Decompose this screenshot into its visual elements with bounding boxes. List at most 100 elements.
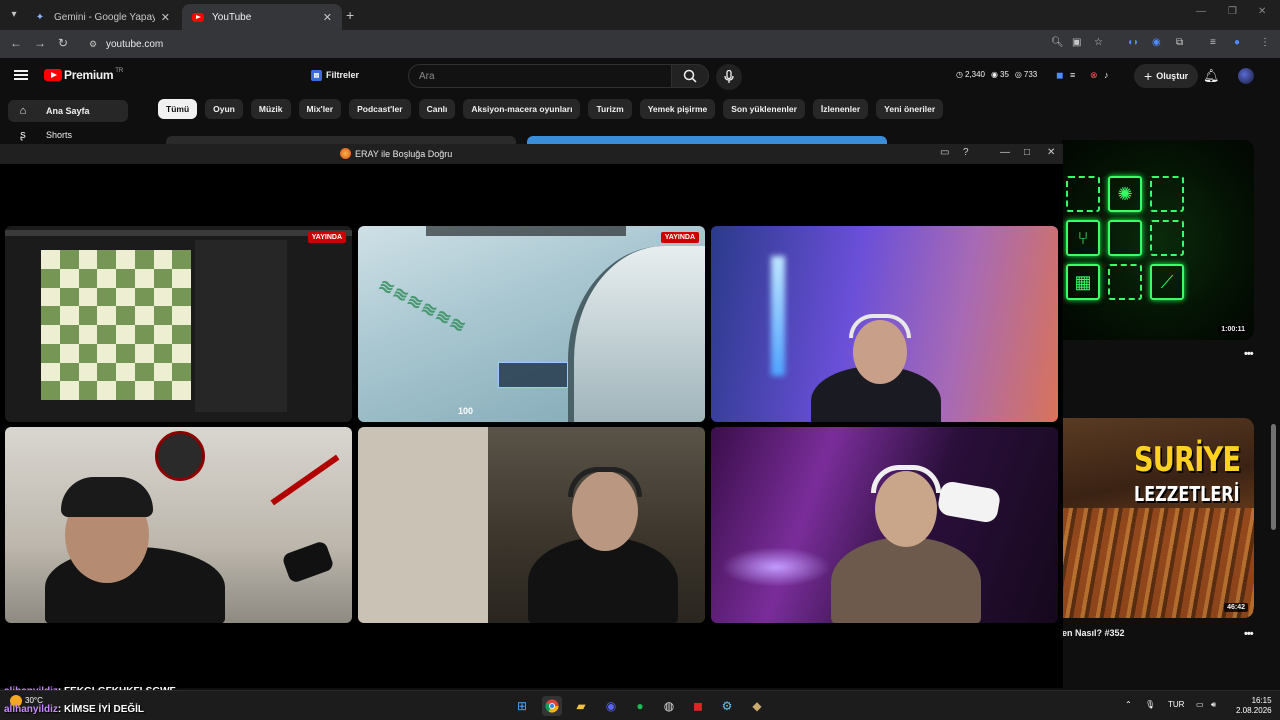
chess-board xyxy=(41,250,191,400)
chip-music[interactable]: Müzik xyxy=(250,99,291,119)
light-glow xyxy=(721,547,831,587)
video-thumbnail[interactable] xyxy=(527,136,887,144)
stream-tile-chess[interactable]: YAYINDA xyxy=(5,226,352,422)
profile-icon[interactable]: ● xyxy=(1234,37,1240,48)
search-button[interactable] xyxy=(671,64,709,88)
network-icon[interactable]: ▭ xyxy=(1196,700,1204,709)
sidebar-item-home[interactable]: ⌂ Ana Sayfa xyxy=(8,100,128,122)
list-icon[interactable]: ≡ xyxy=(1070,70,1075,80)
minimize-icon[interactable]: — xyxy=(1000,147,1010,158)
youtube-logo[interactable]: Premium TR xyxy=(44,68,123,82)
chip-gaming[interactable]: Oyun xyxy=(205,99,243,119)
chess-square xyxy=(153,250,173,269)
chess-square xyxy=(97,268,116,288)
stream-tile-webcam[interactable] xyxy=(5,427,352,623)
create-button[interactable]: + Oluştur xyxy=(1134,64,1199,88)
chip-action-adventure[interactable]: Aksiyon-macera oyunları xyxy=(463,99,581,119)
new-tab-button[interactable]: + xyxy=(346,7,354,23)
system-clock[interactable]: 16:15 2.08.2026 xyxy=(1236,696,1272,716)
restore-icon[interactable]: ❐ xyxy=(1228,6,1237,17)
tab-youtube[interactable]: YouTube ✕ xyxy=(182,4,342,30)
steam-icon[interactable]: ⚙ xyxy=(717,696,737,716)
search-input[interactable] xyxy=(419,70,671,82)
tray-overflow-icon[interactable]: ⌃ xyxy=(1125,700,1132,709)
reload-icon[interactable]: ↻ xyxy=(58,36,68,50)
volume-icon[interactable]: 🔊︎ xyxy=(1211,700,1216,710)
extension-blue-icon[interactable]: ◼ xyxy=(1056,70,1063,81)
chess-square xyxy=(78,343,98,363)
filters-button[interactable]: ▤ Filtreler xyxy=(305,66,365,84)
stream-tile-webcam[interactable] xyxy=(358,427,705,623)
chip-live[interactable]: Canlı xyxy=(418,99,456,119)
youtube-icon xyxy=(192,11,204,23)
extensions-puzzle-icon[interactable]: ⧉ xyxy=(1176,37,1183,48)
maximize-icon[interactable]: □ xyxy=(1024,147,1030,158)
extension-icon[interactable]: ◉ xyxy=(1152,37,1161,48)
spotify-icon[interactable]: ● xyxy=(630,696,650,716)
youtube-play-icon xyxy=(44,69,62,81)
media-controls-icon[interactable]: ≡ xyxy=(1210,37,1216,48)
voice-search-button[interactable] xyxy=(716,64,742,90)
back-to-tab-icon[interactable]: ▭ xyxy=(940,147,949,158)
minimize-icon[interactable]: — xyxy=(1196,6,1206,17)
notifications-bell-icon[interactable]: 🔔︎ xyxy=(1203,68,1220,84)
close-window-icon[interactable]: ✕ xyxy=(1258,6,1266,17)
chrome-icon[interactable] xyxy=(542,696,562,716)
close-tab-icon[interactable]: ✕ xyxy=(161,11,170,24)
stream-tile-webcam[interactable] xyxy=(711,427,1058,623)
menu-icon[interactable] xyxy=(14,70,28,80)
file-explorer-icon[interactable]: ▰ xyxy=(571,696,591,716)
chess-square xyxy=(134,381,154,400)
mic-tray-icon[interactable]: 🎙︎ xyxy=(1145,700,1155,709)
more-options-icon[interactable]: ••• xyxy=(1244,348,1254,360)
chip-all[interactable]: Tümü xyxy=(158,99,198,119)
more-options-icon[interactable]: ••• xyxy=(1244,628,1254,640)
tab-strip: ▾ ✦ Gemini - Google Yapay Zeka'ya ✕ YouT… xyxy=(0,0,1280,30)
bookmark-star-icon[interactable]: ☆ xyxy=(1094,37,1103,48)
chip-podcasts[interactable]: Podcast'ler xyxy=(349,99,411,119)
avatar[interactable] xyxy=(1238,68,1254,84)
recording-app-icon[interactable]: ◼ xyxy=(688,696,708,716)
league-client-icon[interactable]: ◆ xyxy=(747,696,767,716)
chess-square xyxy=(134,306,154,325)
ad-block-icon[interactable]: ⊗ xyxy=(1090,70,1098,81)
chip-mixes[interactable]: Mix'ler xyxy=(298,99,342,119)
sidebar-item-shorts[interactable]: ʂ Shorts xyxy=(8,124,128,146)
windows-start-icon[interactable]: ⊞ xyxy=(512,696,532,716)
stream-tile-game[interactable]: ≋≋≋≋≋≋ 100 YAYINDA xyxy=(358,226,705,422)
chip-new-to-you[interactable]: Yeni öneriler xyxy=(876,99,944,119)
cast-icon[interactable]: ▣ xyxy=(1072,37,1081,48)
pip-title-bar[interactable]: ERAY ile Boşluğa Doğru ▭ ? — □ ✕ xyxy=(0,144,1063,164)
back-icon[interactable]: ← xyxy=(10,36,22,50)
stream-tile-webcam[interactable] xyxy=(711,226,1058,422)
site-info-icon[interactable]: ⚙ xyxy=(86,37,100,51)
close-icon[interactable]: ✕ xyxy=(1047,147,1055,158)
chip-watched[interactable]: İzlenenler xyxy=(812,99,869,119)
chip-recently-uploaded[interactable]: Son yüklenenler xyxy=(723,99,805,119)
chess-square xyxy=(59,325,79,344)
extension-audio-icon[interactable]: ◖◗ xyxy=(1127,37,1139,48)
headphones xyxy=(568,467,642,497)
notification-mini-icon[interactable]: ♪ xyxy=(1104,70,1109,80)
video-thumbnail[interactable]: ✺ ⑂ ▦ ⟋ 1:00:11 xyxy=(1062,140,1254,340)
tab-gemini[interactable]: ✦ Gemini - Google Yapay Zeka'ya ✕ xyxy=(24,4,180,30)
language-indicator[interactable]: TUR xyxy=(1168,700,1184,709)
chess-square xyxy=(78,268,98,288)
video-title[interactable]: en Nasıl? #352 xyxy=(1062,628,1125,638)
page-scrollbar[interactable] xyxy=(1271,424,1276,530)
forward-icon[interactable]: → xyxy=(34,36,46,50)
chip-cooking[interactable]: Yemek pişirme xyxy=(639,99,716,119)
close-tab-icon[interactable]: ✕ xyxy=(323,11,332,24)
chrome-menu-icon[interactable]: ⋮ xyxy=(1260,37,1270,48)
zoom-icon[interactable]: 🔍︎ xyxy=(1051,37,1064,48)
discord-icon[interactable]: ◉ xyxy=(601,696,621,716)
tab-search-icon[interactable]: ▾ xyxy=(6,6,22,22)
help-icon[interactable]: ? xyxy=(963,147,969,158)
video-thumbnail[interactable] xyxy=(166,136,516,144)
game-client-icon[interactable]: ◍ xyxy=(659,696,679,716)
video-thumbnail[interactable]: SURİYE LEZZETLERİ 46:42 xyxy=(1062,418,1254,618)
chip-tourism[interactable]: Turizm xyxy=(588,99,632,119)
address-bar[interactable]: ⚙ youtube.com xyxy=(80,34,1112,54)
gear-icon: ✺ xyxy=(1108,176,1142,212)
chess-square xyxy=(97,287,116,307)
